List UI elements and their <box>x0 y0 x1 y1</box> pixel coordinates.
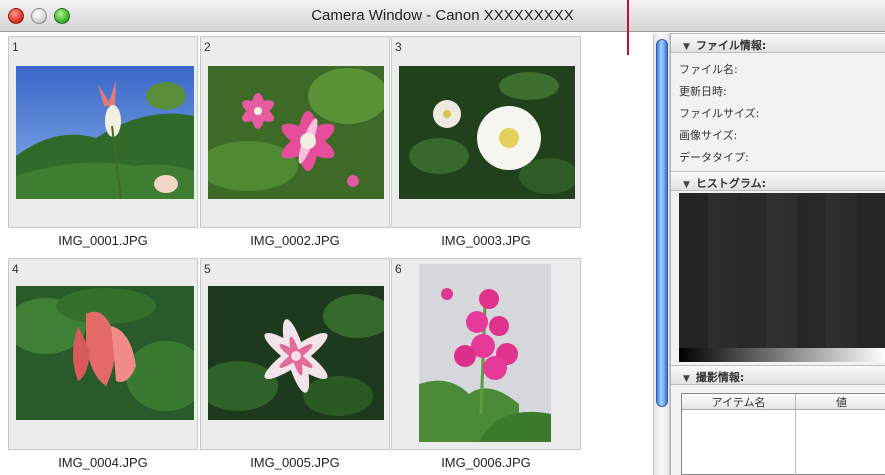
histogram-gradient-bar <box>679 348 885 362</box>
thumbnail-filename: IMG_0005.JPG <box>250 455 340 470</box>
thumbnail-item[interactable]: 1 IMG_0001.JPG <box>8 36 198 259</box>
column-header-value[interactable]: 値 <box>796 394 885 410</box>
thumbnail-index: 4 <box>12 262 19 276</box>
thumbnail-item[interactable]: 2 IMG_0002.JPG <box>200 36 390 259</box>
disclosure-triangle-icon[interactable]: ▼ <box>683 374 690 384</box>
thumbnail-item[interactable]: 6 IMG_0006.JPG <box>391 258 581 475</box>
thumbnail-filename: IMG_0002.JPG <box>250 233 340 248</box>
column-divider <box>795 394 796 475</box>
thumbnail-filename: IMG_0001.JPG <box>58 233 148 248</box>
info-panel: ▼ ファイル情報: ファイル名: 更新日時: ファイルサイズ: 画像サイズ: デー… <box>670 33 885 475</box>
shooting-info-table[interactable]: アイテム名 値 <box>681 393 885 475</box>
thumbnail-image[interactable] <box>16 66 194 199</box>
thumbnail-filename: IMG_0003.JPG <box>441 233 531 248</box>
file-info-header[interactable]: ▼ ファイル情報: <box>671 33 885 53</box>
column-header-item-name[interactable]: アイテム名 <box>682 394 795 410</box>
image-size-label: 画像サイズ: <box>679 129 738 142</box>
thumbnail-image[interactable] <box>419 264 551 442</box>
histogram-chart <box>679 193 885 360</box>
title-bar: Camera Window - Canon XXXXXXXXX <box>0 0 885 32</box>
thumbnail-item[interactable]: 4 IMG_0004.JPG <box>8 258 198 475</box>
shooting-info-title: 撮影情報: <box>695 371 745 384</box>
file-size-label: ファイルサイズ: <box>679 107 760 120</box>
window-title: Camera Window - Canon XXXXXXXXX <box>311 7 574 24</box>
scrollbar-thumb[interactable] <box>656 39 668 407</box>
modified-date-label: 更新日時: <box>679 85 727 98</box>
shooting-info-header[interactable]: ▼ 撮影情報: <box>671 365 885 385</box>
thumbnail-index: 5 <box>204 262 211 276</box>
thumbnail-index: 1 <box>12 40 19 54</box>
text-cursor <box>627 0 629 55</box>
thumbnail-image[interactable] <box>208 66 384 199</box>
thumbnail-item[interactable]: 3 IMG_0003.JPG <box>391 36 581 259</box>
histogram-header[interactable]: ▼ ヒストグラム: <box>671 171 885 191</box>
thumbnail-filename: IMG_0006.JPG <box>441 455 531 470</box>
disclosure-triangle-icon[interactable]: ▼ <box>683 42 690 52</box>
disclosure-triangle-icon[interactable]: ▼ <box>683 180 690 190</box>
thumbnail-image[interactable] <box>16 286 194 420</box>
data-type-label: データタイプ: <box>679 151 749 164</box>
histogram-title: ヒストグラム: <box>695 177 766 190</box>
file-name-label: ファイル名: <box>679 63 738 76</box>
thumbnail-index: 6 <box>395 262 402 276</box>
thumbnail-image[interactable] <box>399 66 575 199</box>
thumbnail-item[interactable]: 5 IMG_0005.JPG <box>200 258 390 475</box>
file-info-title: ファイル情報: <box>695 39 767 52</box>
thumbnail-grid: 1 IMG_0001.JPG 2 IMG_0002.JPG 3 IMG_0003… <box>0 33 653 475</box>
thumbnail-index: 2 <box>204 40 211 54</box>
vertical-scrollbar[interactable] <box>653 33 670 475</box>
thumbnail-index: 3 <box>395 40 402 54</box>
thumbnail-filename: IMG_0004.JPG <box>58 455 148 470</box>
thumbnail-image[interactable] <box>208 286 384 420</box>
